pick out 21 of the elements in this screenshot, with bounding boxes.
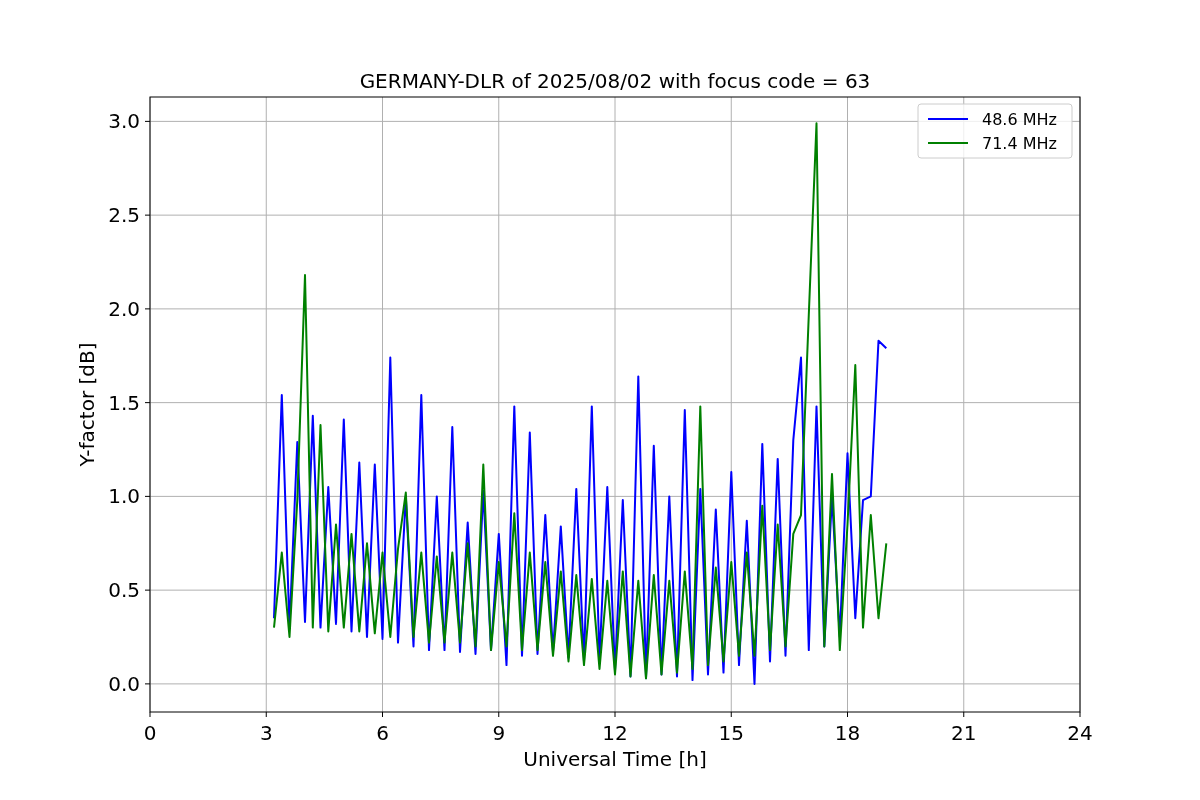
x-tick-label: 24 — [1067, 721, 1093, 745]
legend-label: 48.6 MHz — [982, 110, 1057, 129]
x-tick-label: 15 — [718, 721, 744, 745]
y-tick-label: 0.5 — [108, 578, 140, 603]
y-tick-label: 1.0 — [108, 484, 140, 509]
y-tick-label: 2.0 — [108, 296, 140, 321]
y-tick-label: 3.0 — [108, 109, 140, 134]
y-tick-label: 1.5 — [108, 390, 140, 415]
x-tick-label: 12 — [602, 721, 628, 745]
y-tick-label: 2.5 — [108, 203, 140, 228]
legend-label: 71.4 MHz — [982, 134, 1057, 153]
x-tick-label: 9 — [492, 721, 506, 745]
x-tick-label: 6 — [376, 721, 389, 745]
y-axis-label: Y-factor [dB] — [75, 342, 99, 467]
chart-title: GERMANY-DLR of 2025/08/02 with focus code = 63 — [359, 69, 871, 93]
x-tick-label: 21 — [951, 721, 977, 745]
x-tick-label: 3 — [259, 721, 273, 745]
x-tick-label: 0 — [143, 721, 157, 745]
y-tick-label: 0.0 — [108, 671, 140, 696]
x-axis-label: Universal Time [h] — [523, 747, 707, 771]
x-tick-label: 18 — [834, 721, 861, 745]
